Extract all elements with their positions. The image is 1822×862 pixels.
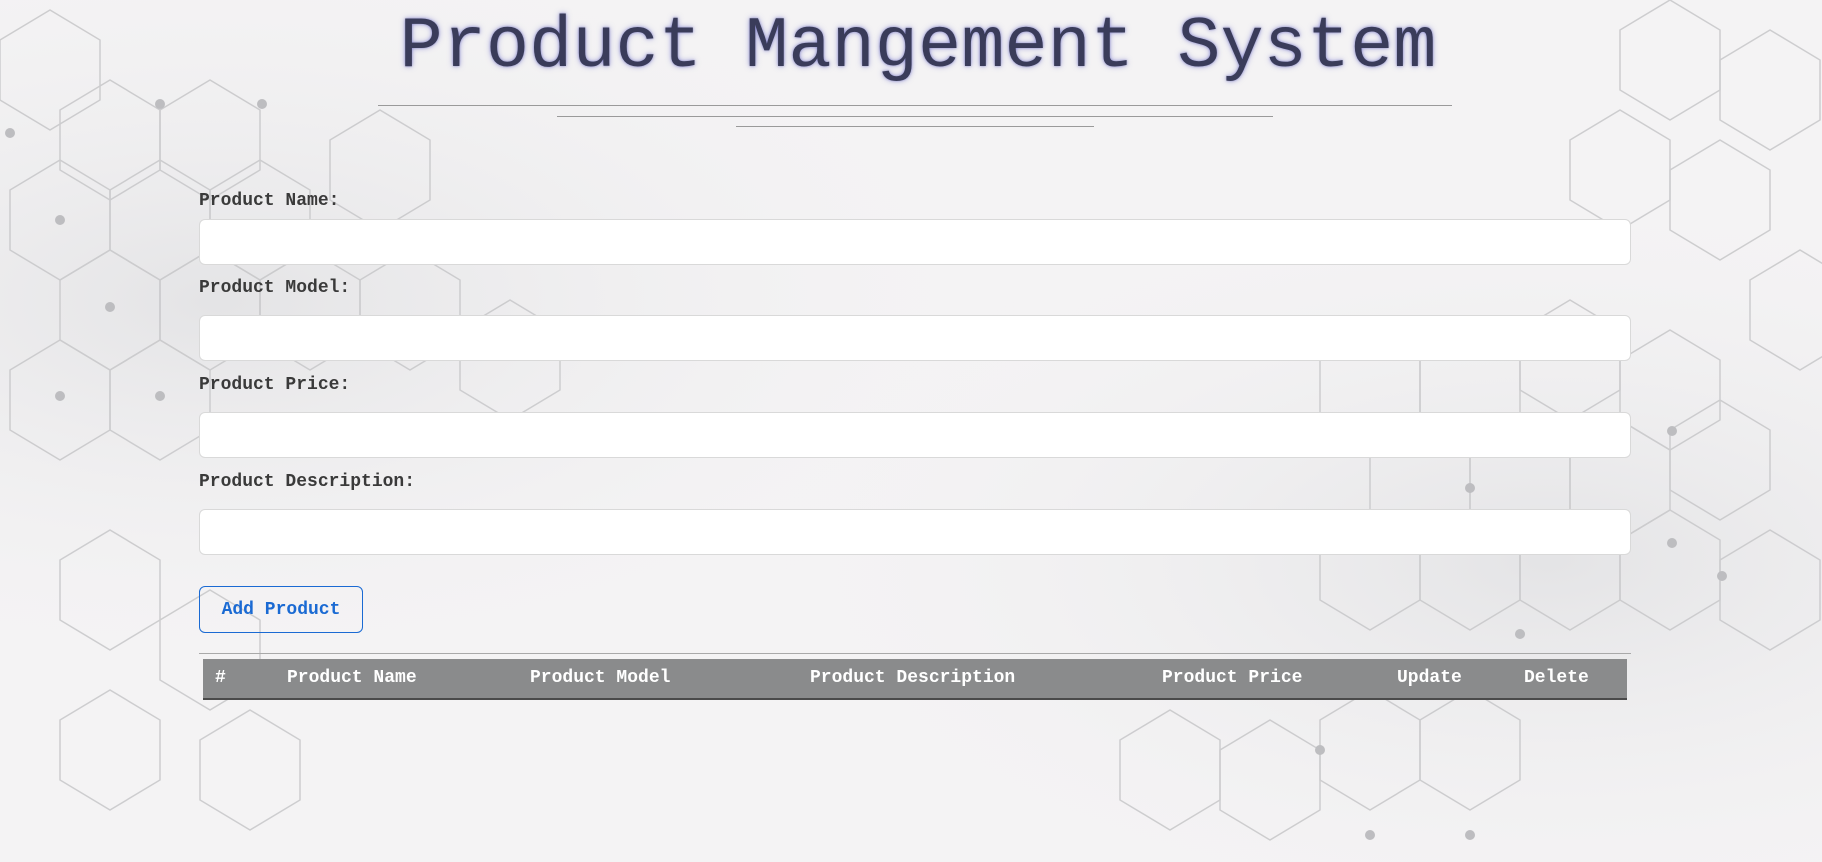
form-table-divider bbox=[199, 653, 1631, 654]
page-title: Product Mangement System bbox=[399, 6, 1437, 88]
products-table: # Product Name Product Model Product Des… bbox=[203, 659, 1627, 700]
column-header-product-price: Product Price bbox=[1162, 668, 1303, 688]
add-product-button[interactable]: Add Product bbox=[199, 586, 363, 633]
app-root: Product Mangement System Product Name: P… bbox=[0, 0, 1822, 862]
product-price-input[interactable] bbox=[199, 412, 1631, 458]
title-underline-2 bbox=[557, 116, 1273, 117]
product-description-label: Product Description: bbox=[199, 472, 416, 492]
title-underline-1 bbox=[378, 105, 1452, 106]
product-name-input[interactable] bbox=[199, 219, 1631, 265]
column-header-product-name: Product Name bbox=[287, 668, 417, 688]
product-price-label: Product Price: bbox=[199, 375, 351, 395]
column-header-index: # bbox=[215, 668, 226, 688]
product-name-label: Product Name: bbox=[199, 191, 340, 211]
column-header-product-description: Product Description bbox=[810, 668, 1016, 688]
column-header-update: Update bbox=[1397, 668, 1462, 688]
column-header-product-model: Product Model bbox=[530, 668, 671, 688]
product-model-input[interactable] bbox=[199, 315, 1631, 361]
title-underline-3 bbox=[736, 126, 1094, 127]
column-header-delete: Delete bbox=[1524, 668, 1589, 688]
product-description-input[interactable] bbox=[199, 509, 1631, 555]
product-model-label: Product Model: bbox=[199, 278, 351, 298]
